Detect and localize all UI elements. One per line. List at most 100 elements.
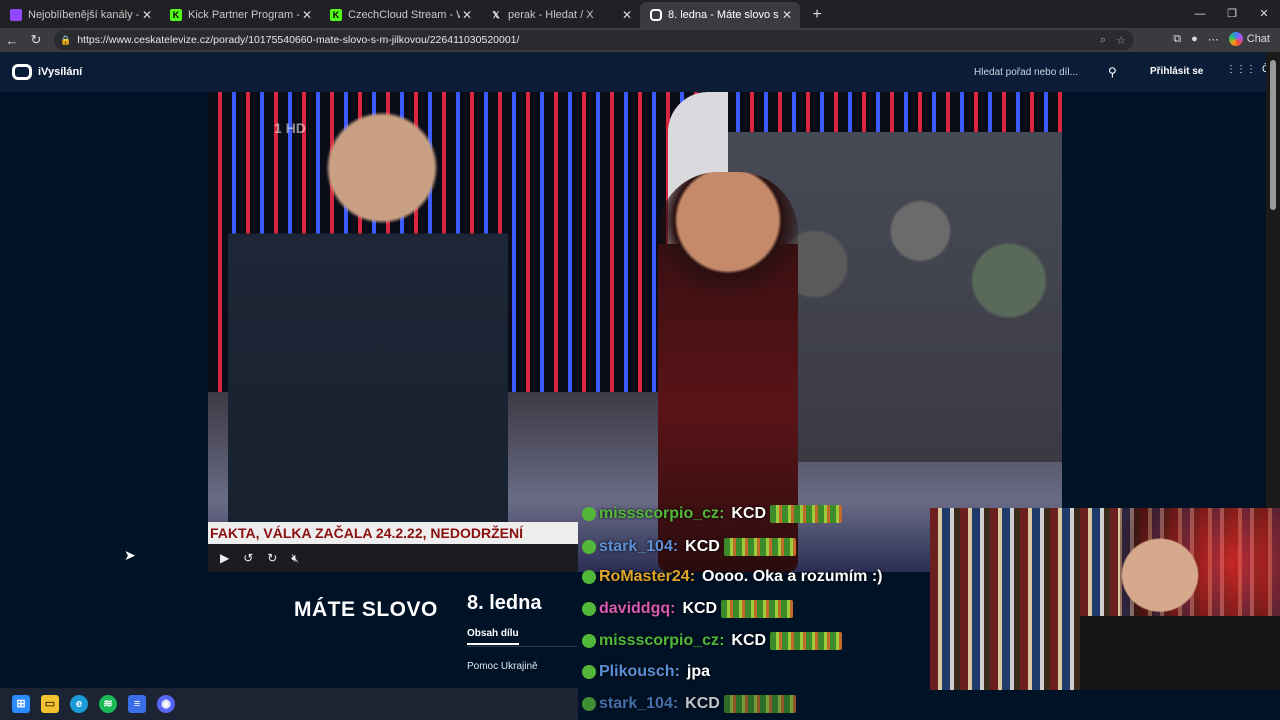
chat-message: missscorpio_cz: KCD — [582, 632, 843, 650]
close-tab-icon[interactable]: ✕ — [780, 8, 794, 22]
browser-tab[interactable]: Nejoblíbenější kanály - Twitch ✕ — [0, 2, 160, 28]
browser-tab-active[interactable]: 8. ledna - Máte slovo s M. Jílkovou ✕ — [640, 2, 800, 28]
chat-username: missscorpio_cz: — [599, 505, 725, 522]
play-icon[interactable]: ▶ — [220, 551, 229, 565]
news-ticker: FAKTA, VÁLKA ZAČALA 24.2.22, NEDODRŽENÍ — [208, 522, 578, 544]
close-tab-icon[interactable]: ✕ — [300, 8, 314, 22]
chat-username: RoMaster24: — [599, 568, 696, 585]
browser-tab[interactable]: K CzechCloud Stream - Watch Live o ✕ — [320, 2, 480, 28]
tab-episode-content[interactable]: Obsah dílu — [467, 628, 519, 645]
url-text: https://www.ceskatelevize.cz/porady/1017… — [77, 34, 520, 46]
chat-username: stark_104: — [599, 695, 679, 712]
ct-icon — [650, 9, 662, 21]
profile-avatar[interactable]: ● — [1191, 33, 1198, 45]
player-controls: ▶ ↺ ↻ 🔇︎ — [208, 544, 578, 572]
notepad-icon[interactable]: ≡ — [128, 695, 146, 713]
chat-text: KCD — [685, 538, 720, 555]
copilot-label: Chat — [1246, 33, 1270, 45]
copilot-button[interactable]: Chat — [1228, 32, 1270, 46]
chat-message: daviddgq: KCD — [582, 600, 794, 618]
forward-icon[interactable]: ↻ — [267, 551, 277, 565]
more-menu-icon[interactable]: ⋯ — [1208, 33, 1219, 46]
emote-icon — [770, 505, 843, 523]
emote-icon — [721, 600, 794, 618]
window-controls: — ❐ ✕ — [1184, 0, 1280, 28]
chat-text: KCD — [731, 505, 767, 522]
mouse-cursor: ➤ — [124, 547, 136, 563]
browser-tab-strip: Nejoblíbenější kanály - Twitch ✕ K Kick … — [0, 0, 1280, 28]
badge-icon — [582, 665, 596, 679]
taskbar: ⊞ ▭ e ≋ ≡ ◉ — [0, 688, 578, 720]
screen: Nejoblíbenější kanály - Twitch ✕ K Kick … — [0, 0, 1280, 720]
close-tab-icon[interactable]: ✕ — [460, 8, 474, 22]
twitch-icon — [10, 9, 22, 21]
grid-icon: ⋮⋮⋮ — [1226, 64, 1256, 75]
rewind-icon[interactable]: ↺ — [243, 551, 253, 565]
url-field[interactable]: 🔒 https://www.ceskatelevize.cz/porady/10… — [54, 30, 1134, 50]
tab-title: perak - Hledat / X — [508, 9, 594, 21]
ivysilani-logo[interactable]: iVysílání — [12, 64, 82, 80]
logo-text: iVysílání — [38, 66, 83, 78]
login-button[interactable]: Přihlásit se — [1150, 66, 1203, 77]
browser-toolbar: ⧉ ● ⋯ Chat — [1173, 32, 1270, 46]
discord-icon[interactable]: ◉ — [157, 695, 175, 713]
site-info-icon[interactable]: 🔒 — [60, 35, 71, 46]
tab-underline — [467, 646, 577, 647]
badge-icon — [582, 634, 596, 648]
guest — [228, 102, 508, 572]
tab-title: Kick Partner Program - Kick Dashb — [188, 9, 300, 21]
back-icon[interactable]: ← — [0, 33, 24, 48]
badge-icon — [582, 697, 596, 711]
chat-text: KCD — [685, 695, 720, 712]
show-title: MÁTE SLOVO — [294, 598, 438, 621]
restore-icon[interactable]: ❐ — [1216, 0, 1248, 28]
chat-text: Oooo. Oka a rozumím :) — [702, 568, 883, 585]
favorite-star-icon[interactable]: ☆ — [1116, 34, 1126, 47]
file-explorer-icon[interactable]: ▭ — [41, 695, 59, 713]
episode-topic: Pomoc Ukrajině — [467, 661, 538, 672]
kick-icon: K — [170, 9, 182, 21]
ct-logo-icon — [12, 64, 32, 80]
chat-message: stark_104: KCD — [582, 695, 796, 713]
chat-username: stark_104: — [599, 538, 679, 555]
browser-tab[interactable]: 𝕏 perak - Hledat / X ✕ — [480, 2, 640, 28]
minimize-icon[interactable]: — — [1184, 0, 1216, 28]
scrollbar-thumb[interactable] — [1270, 60, 1276, 210]
chat-text: jpa — [686, 663, 711, 680]
tab-title: 8. ledna - Máte slovo s M. Jílkovou — [668, 9, 780, 21]
chat-message: stark_104: KCD — [582, 538, 796, 556]
chat-overlay: missscorpio_cz: KCD stark_104: KCD RoMas… — [578, 500, 930, 720]
copilot-icon — [1228, 32, 1243, 46]
chat-message: RoMaster24: Oooo. Oka a rozumím :) — [582, 568, 883, 586]
chat-message: Plikousch: jpa — [582, 663, 710, 681]
close-tab-icon[interactable]: ✕ — [620, 8, 634, 22]
new-tab-button[interactable]: + — [804, 2, 830, 28]
site-header: iVysílání Hledat pořad nebo díl... ⚲ Při… — [0, 52, 1275, 92]
chat-username: daviddgq: — [599, 600, 676, 617]
chat-text: KCD — [682, 600, 718, 617]
refresh-icon[interactable]: ↻ — [24, 32, 48, 48]
kick-icon: K — [330, 9, 342, 21]
webcam-overlay — [930, 508, 1280, 690]
emote-icon — [723, 695, 796, 713]
zoom-icon[interactable]: ⌕ — [1100, 34, 1106, 47]
chat-username: Plikousch: — [599, 663, 680, 680]
close-window-icon[interactable]: ✕ — [1248, 0, 1280, 28]
search-icon[interactable]: ⚲ — [1108, 65, 1117, 79]
tab-title: CzechCloud Stream - Watch Live o — [348, 9, 460, 21]
close-tab-icon[interactable]: ✕ — [140, 8, 154, 22]
chat-message: missscorpio_cz: KCD — [582, 505, 843, 523]
start-icon[interactable]: ⊞ — [12, 695, 30, 713]
episode-title: 8. ledna — [467, 592, 542, 614]
badge-icon — [582, 540, 596, 554]
badge-icon — [582, 570, 596, 584]
chat-text: KCD — [731, 632, 767, 649]
spotify-icon[interactable]: ≋ — [99, 695, 117, 713]
extensions-icon[interactable]: ⧉ — [1173, 33, 1181, 46]
edge-icon[interactable]: e — [70, 695, 88, 713]
browser-tab[interactable]: K Kick Partner Program - Kick Dashb ✕ — [160, 2, 320, 28]
address-bar-row: ← ↻ 🔒 https://www.ceskatelevize.cz/porad… — [0, 28, 1280, 52]
mute-icon[interactable]: 🔇︎ — [291, 551, 299, 566]
streamer — [1080, 526, 1280, 690]
channel-logo: 1 HD — [274, 120, 306, 136]
